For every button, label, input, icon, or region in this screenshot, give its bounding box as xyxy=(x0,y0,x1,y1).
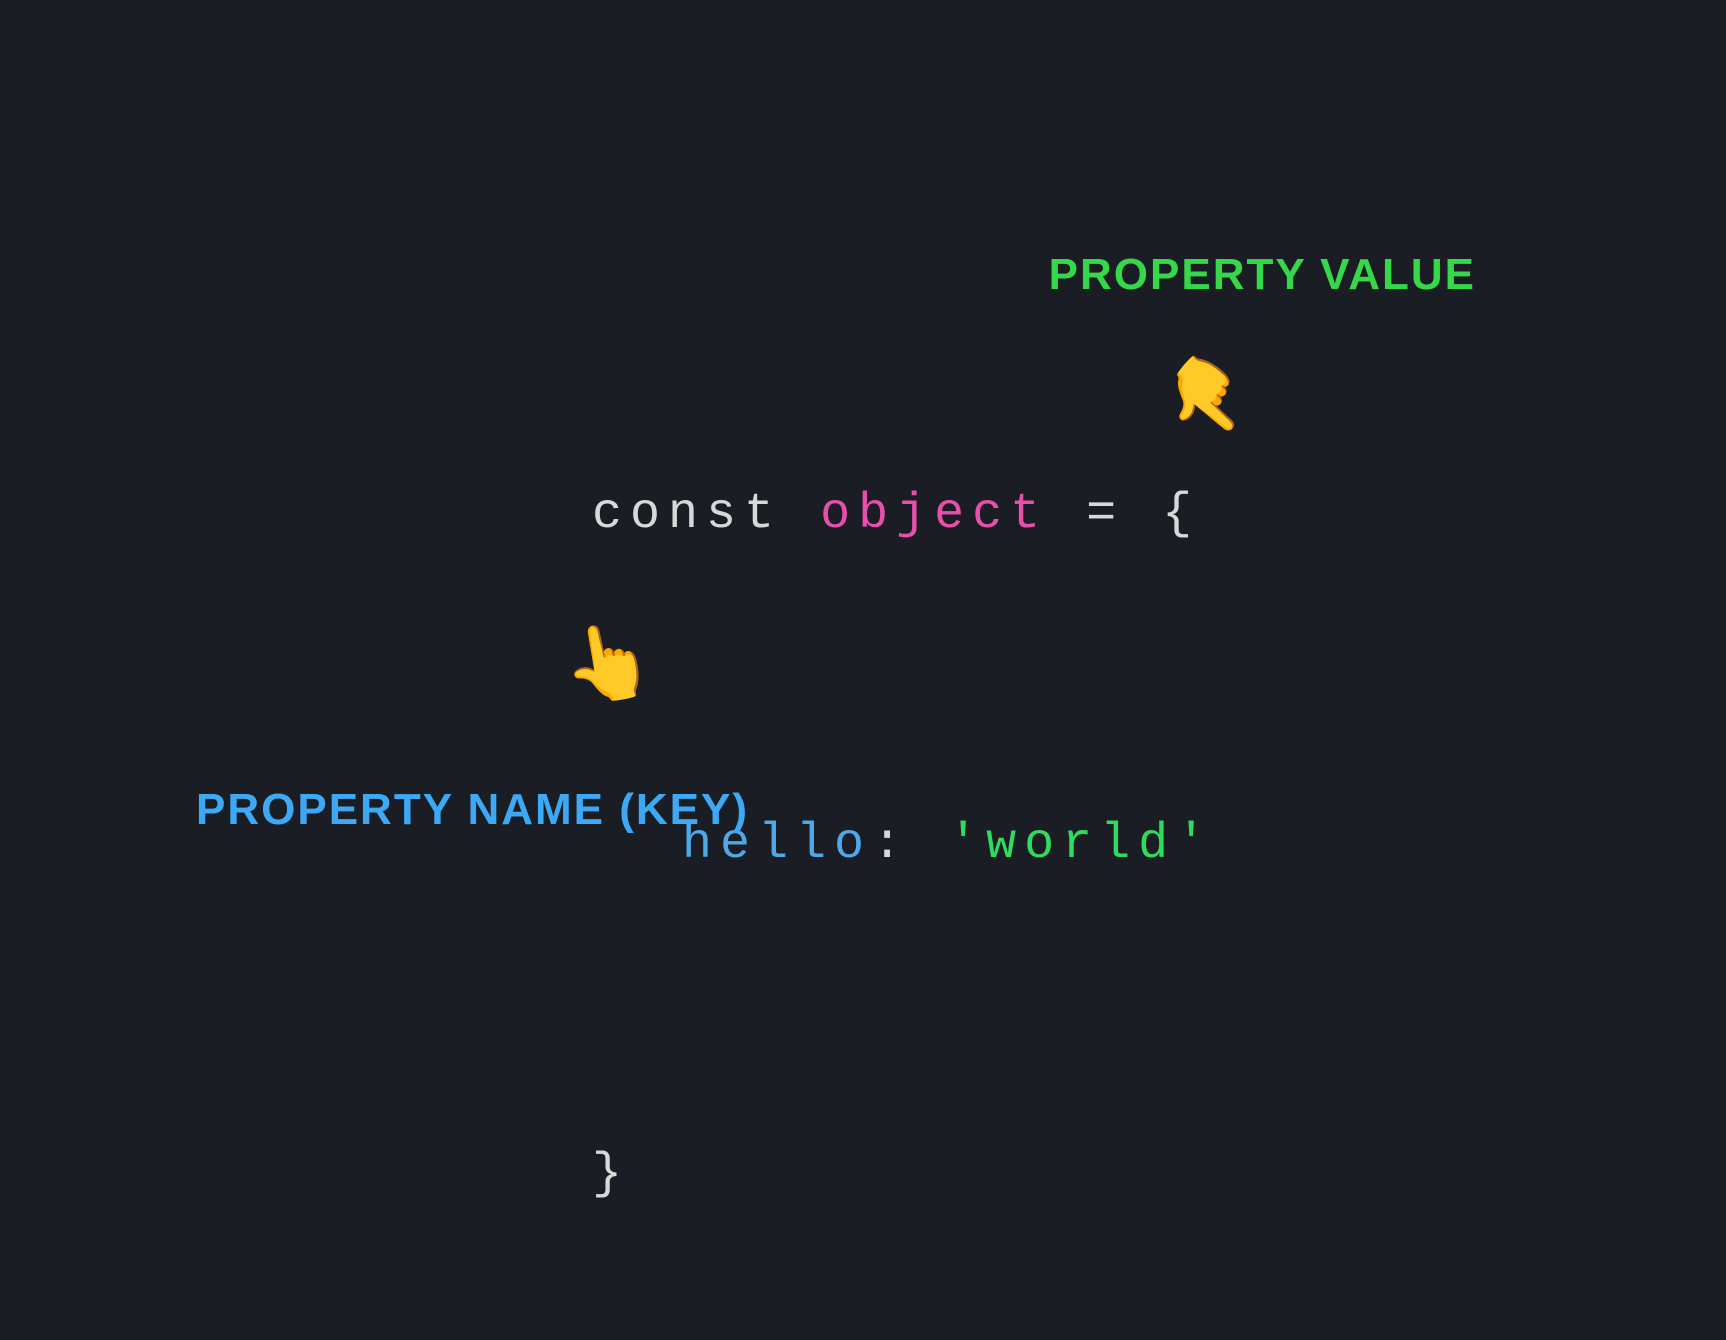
code-line-3: } xyxy=(440,1010,1214,1340)
code-space xyxy=(782,486,820,543)
code-identifier: object xyxy=(820,486,1048,543)
code-string: 'world' xyxy=(948,816,1214,873)
code-line-2: hello: 'world' xyxy=(440,680,1214,1010)
code-space-2 xyxy=(910,816,948,873)
code-brace-close: } xyxy=(592,1146,630,1203)
code-brace-open: { xyxy=(1162,486,1200,543)
code-equals: = xyxy=(1048,486,1162,543)
property-name-label: PROPERTY NAME (KEY) xyxy=(196,785,749,835)
code-colon: : xyxy=(872,816,910,873)
code-keyword: const xyxy=(592,486,782,543)
pointing-hand-up-icon: 👆 xyxy=(555,613,662,719)
property-value-label: PROPERTY VALUE xyxy=(1049,250,1476,300)
code-block: const object = { hello: 'world' } xyxy=(440,350,1214,1340)
